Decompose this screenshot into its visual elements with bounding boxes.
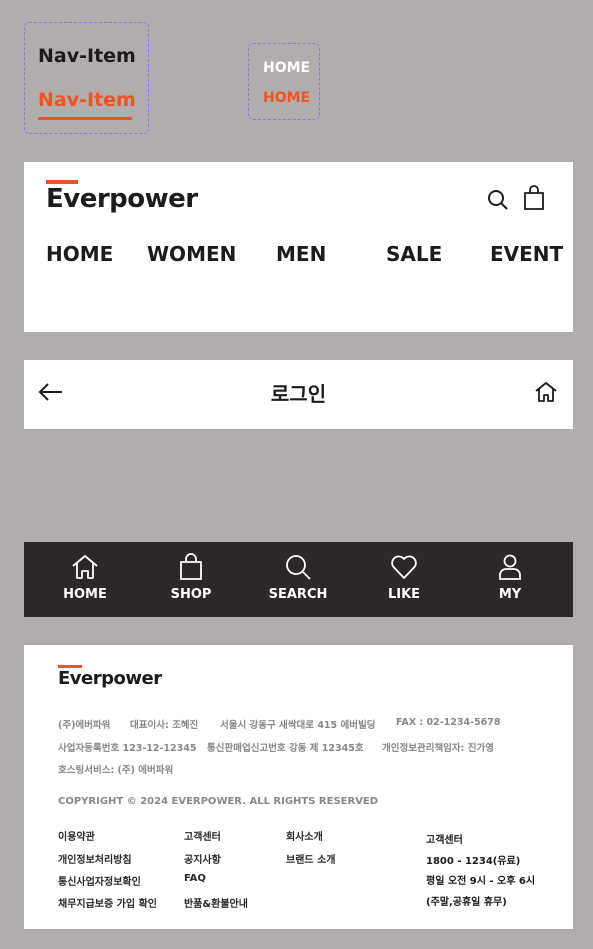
tab-like-label: LIKE <box>387 587 421 602</box>
tab-like[interactable]: LIKE <box>364 542 444 617</box>
logo-text: Everpower <box>58 668 162 689</box>
home-tab-variants: HOME HOME <box>248 43 320 120</box>
page-title: 로그인 <box>270 382 327 406</box>
shopping-bag-icon <box>180 553 202 580</box>
link-brand[interactable]: 브랜드 소개 <box>286 851 335 866</box>
main-nav: HOME WOMEN MEN SALE EVENT <box>24 242 573 272</box>
cs-holiday: (주말,공휴일 휴무) <box>426 897 507 908</box>
heart-icon <box>391 555 417 579</box>
tab-home[interactable]: HOME <box>45 542 125 617</box>
tab-search-label: SEARCH <box>268 587 328 602</box>
nav-item-home[interactable]: HOME <box>46 242 113 266</box>
home-icon <box>72 555 98 579</box>
privacy-officer: 개인정보관리책임자: 진가영 <box>382 743 494 754</box>
nav-item-event[interactable]: EVENT <box>490 242 563 266</box>
link-refund[interactable]: 반품&환불안내 <box>184 895 248 910</box>
site-header: Everpower HOME WOMEN MEN SALE EVENT <box>24 162 573 332</box>
link-carrier-info[interactable]: 통신사업자정보확인 <box>58 873 141 888</box>
tab-home-label: HOME <box>63 587 107 602</box>
cs-phone: 1800 - 1234(유료) <box>426 856 521 867</box>
search-icon[interactable] <box>487 189 509 211</box>
tab-search[interactable]: SEARCH <box>258 542 338 617</box>
nav-item-active-underline <box>38 117 132 120</box>
link-notice[interactable]: 공지사항 <box>184 851 221 866</box>
home-icon[interactable] <box>534 380 558 404</box>
nav-item-sale[interactable]: SALE <box>386 242 442 266</box>
tab-shop[interactable]: SHOP <box>151 542 231 617</box>
nav-item-default[interactable]: Nav-Item <box>38 45 136 67</box>
home-label-default[interactable]: HOME <box>263 60 310 76</box>
link-company[interactable]: 회사소개 <box>286 828 323 843</box>
site-footer: Everpower (주)에버파워 대표이사: 조혜진 서울시 강동구 새싹대로… <box>24 645 573 929</box>
link-terms[interactable]: 이용약관 <box>58 828 95 843</box>
link-privacy-policy[interactable]: 개인정보처리방침 <box>58 851 132 866</box>
hosting-info: 호스팅서비스: (주) 에버파워 <box>58 765 174 776</box>
nav-item-variants: Nav-Item Nav-Item <box>24 22 149 134</box>
business-number: 사업자등록번호 123-12-12345 <box>58 743 197 754</box>
shopping-bag-icon[interactable] <box>523 185 545 211</box>
logo-text: Everpower <box>46 184 198 214</box>
cs-title: 고객센터 <box>426 835 463 846</box>
copyright: COPYRIGHT © 2024 EVERPOWER. ALL RIGHTS R… <box>58 796 379 807</box>
cs-hours: 평일 오전 9시 - 오후 6시 <box>426 876 536 887</box>
ceo-info: 대표이사: 조혜진 <box>130 720 199 731</box>
search-icon <box>286 555 311 580</box>
link-guarantee[interactable]: 채무지급보증 가입 확인 <box>58 895 157 910</box>
nav-item-women[interactable]: WOMEN <box>147 242 236 266</box>
nav-item-active[interactable]: Nav-Item <box>38 89 136 111</box>
tab-shop-label: SHOP <box>170 587 212 602</box>
bottom-tab-bar: HOME SHOP SEARCH LIKE MY <box>24 542 573 617</box>
ecommerce-number: 통신판매업신고번호 강동 제 12345호 <box>207 743 364 754</box>
user-icon <box>499 554 521 580</box>
company-name: (주)에버파워 <box>58 720 111 731</box>
tab-my-label: MY <box>498 587 522 602</box>
link-faq[interactable]: FAQ <box>184 873 206 884</box>
fax-info: FAX : 02-1234-5678 <box>396 717 501 728</box>
address-info: 서울시 강동구 새싹대로 415 에버빌딩 <box>220 720 376 731</box>
tab-my[interactable]: MY <box>470 542 550 617</box>
home-label-active[interactable]: HOME <box>263 90 310 106</box>
login-top-bar: 로그인 <box>24 360 573 429</box>
link-customer-center[interactable]: 고객센터 <box>184 828 221 843</box>
nav-item-men[interactable]: MEN <box>276 242 326 266</box>
